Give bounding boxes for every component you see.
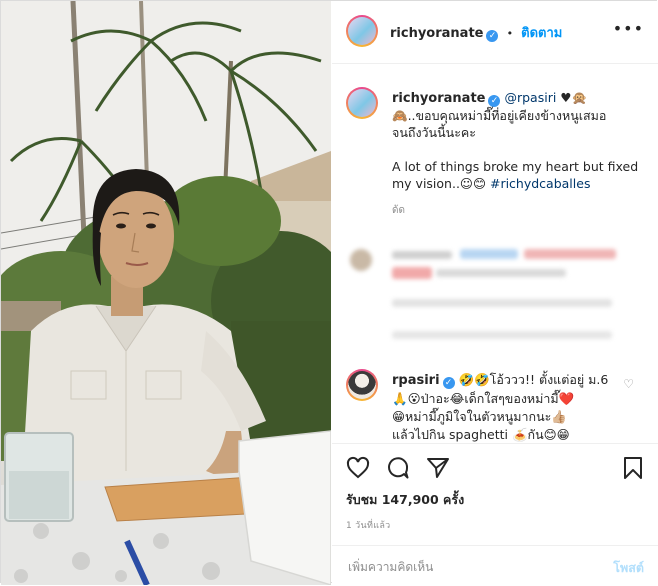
post-caption: richyoranate ✓ @rpasiri ♥🙊 🙈..ขอบคุณหม่าม… (392, 89, 642, 219)
comment-line-3: 😁หม่ามี๊ภูมิใจในตัวหนูมากนะ👍🏼 (392, 409, 567, 424)
caption-thai-line-2: จนถึงวันนี้นะคะ (392, 125, 476, 140)
post-dialog: richyoranate ✓ • ติดตาม ••• richyoranate ✓… (0, 0, 658, 585)
caption-emoji: ♥🙊 (560, 90, 588, 105)
heart-icon[interactable] (346, 456, 370, 484)
photo-illustration (1, 1, 331, 585)
view-count[interactable]: รับชม 147,900 ครั้ง (346, 490, 464, 510)
follow-separator: • (506, 27, 514, 40)
verified-icon: ✓ (442, 377, 455, 389)
comment-line-1: 🤣🤣โอ้ววว!! ตั้งแต่อยู่ ม.6 (458, 372, 609, 387)
comment-line-2: 🙏😮ป่าอะ😂เด็กใสๆของหม่ามี๊❤️ (392, 391, 575, 406)
comment-icon[interactable] (386, 456, 410, 484)
caption-line-1: richyoranate ✓ @rpasiri ♥🙊 (392, 89, 642, 107)
post-header: richyoranate ✓ • ติดตาม ••• (332, 1, 658, 64)
author-avatar[interactable] (346, 15, 378, 47)
post-actions: รับชม 147,900 ครั้ง 1 วันที่แล้ว (332, 443, 658, 554)
caption-time: ด้ด (392, 205, 405, 216)
caption-thai-line-1: 🙈..ขอบคุณหม่ามี๊ที่อยู่เคียงข้างหนูเสมอ (392, 108, 607, 123)
caption-author[interactable]: richyoranate (392, 91, 485, 106)
commenter-avatar[interactable] (346, 369, 378, 401)
post-date[interactable]: 1 วันที่แล้ว (346, 518, 391, 532)
author-username[interactable]: richyoranate (390, 26, 483, 41)
more-options-icon[interactable]: ••• (613, 19, 644, 38)
comment-line-4: แล้วไปกิน spaghetti 🍝กัน😊😁 (392, 427, 570, 442)
post-side-pane: richyoranate ✓ • ติดตาม ••• richyoranate ✓… (332, 1, 658, 585)
verified-icon: ✓ (486, 30, 499, 42)
caption-avatar[interactable] (346, 87, 378, 119)
caption-mention[interactable]: @rpasiri (504, 90, 556, 105)
follow-button[interactable]: ติดตาม (521, 26, 562, 41)
bookmark-icon[interactable] (622, 456, 644, 484)
commenter-username[interactable]: rpasiri (392, 373, 440, 388)
caption-hashtag[interactable]: #richydcaballes (490, 176, 591, 191)
post-comment-button[interactable]: โพสต์ (613, 558, 644, 578)
header-author-line: richyoranate ✓ • ติดตาม (390, 22, 562, 43)
post-photo[interactable] (1, 1, 331, 585)
verified-icon: ✓ (488, 95, 501, 107)
share-icon[interactable] (426, 456, 450, 484)
comment-input[interactable] (346, 556, 600, 578)
caption-english: A lot of things broke my heart but fixed… (392, 158, 642, 192)
add-comment-bar: โพสต์ (332, 545, 658, 586)
comment-text: rpasiri ✓ 🤣🤣โอ้ววว!! ตั้งแต่อยู่ ม.6 🙏😮ป่… (392, 371, 622, 444)
small-heart-icon[interactable]: ♡ (623, 377, 634, 391)
